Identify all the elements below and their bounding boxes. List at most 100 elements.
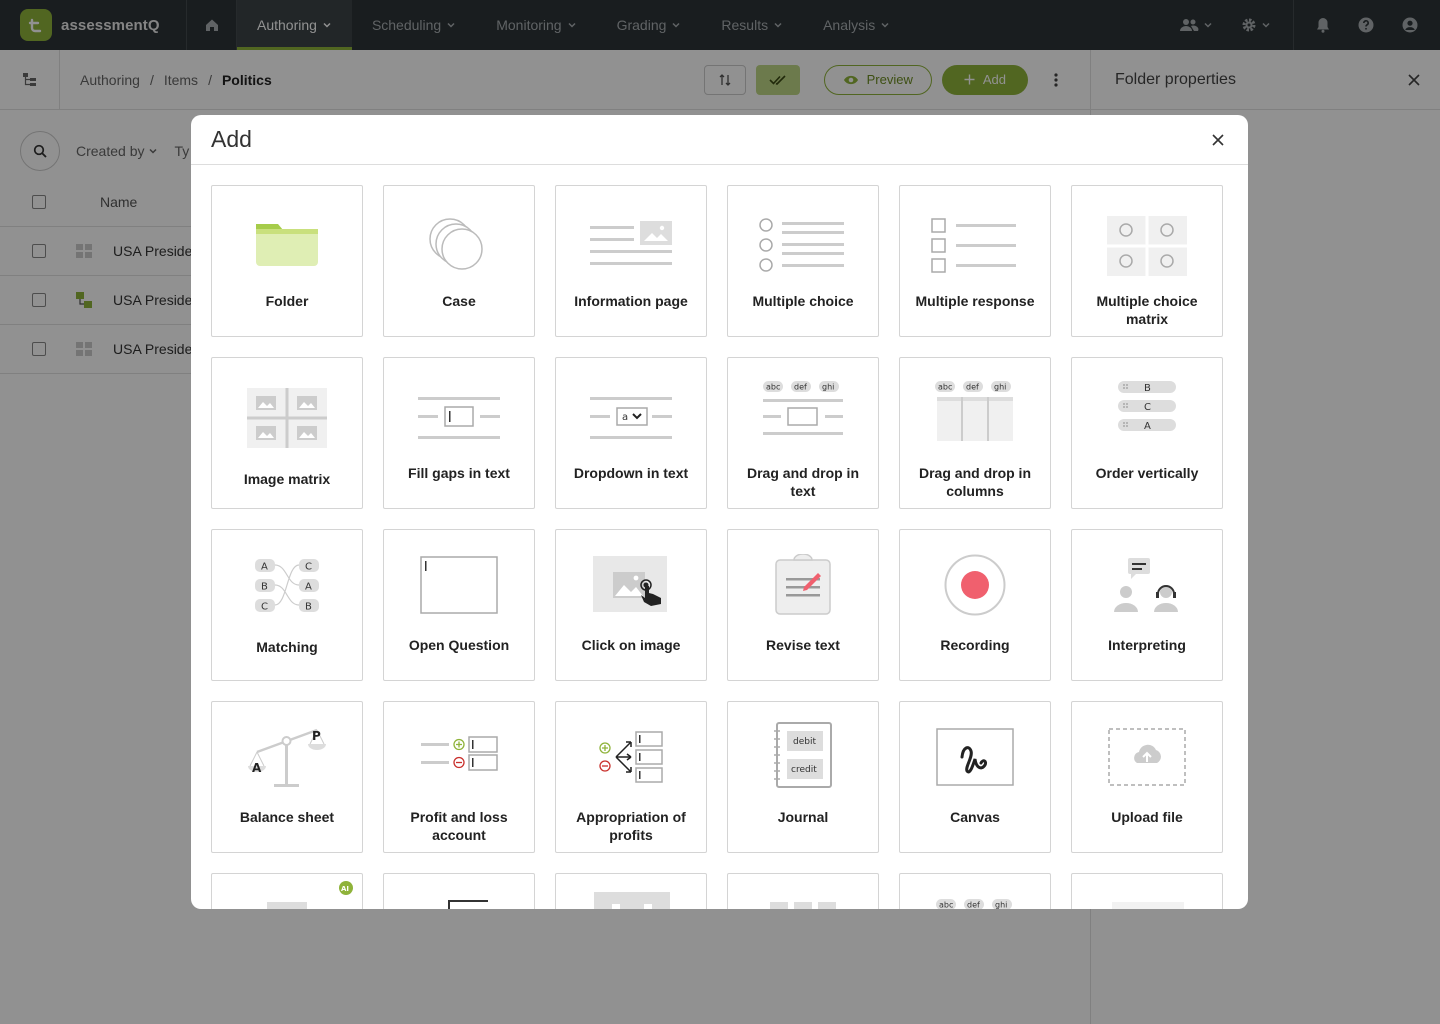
journal-debit-text: debit — [793, 737, 816, 747]
close-icon — [1212, 133, 1224, 146]
journal-icon: debit credit — [728, 714, 878, 796]
item-type-multiple-choice-matrix[interactable]: Multiple choice matrix — [1071, 185, 1223, 337]
partial-illustration — [267, 902, 307, 909]
item-type-dropdown-in-text[interactable]: a Dropdown in text — [555, 357, 707, 509]
match-left-a: A — [261, 562, 268, 573]
balance-sheet-icon: AP — [212, 716, 362, 798]
item-type-multiple-response[interactable]: Multiple response — [899, 185, 1051, 337]
partial-tags-illustration: abc def ghi — [936, 899, 1012, 910]
partial-illustration — [794, 902, 812, 909]
item-type-label: Profit and loss account — [410, 809, 508, 843]
item-type-label: Multiple choice — [752, 293, 854, 309]
item-type-multiple-choice[interactable]: Multiple choice — [727, 185, 879, 337]
item-type-upload-file[interactable]: Upload file — [1071, 701, 1223, 853]
item-type-label: Click on image — [581, 637, 681, 653]
multiple-choice-icon — [728, 196, 878, 296]
folder-icon — [212, 196, 362, 296]
item-type-label: Canvas — [950, 809, 1000, 825]
match-right-c: C — [305, 562, 312, 573]
ai-badge-text: AI — [341, 885, 349, 893]
match-right-a: A — [305, 582, 312, 593]
order-item-c: C — [1144, 402, 1151, 413]
item-type-label: Order vertically — [1095, 465, 1199, 481]
tag-ghi: ghi — [994, 383, 1006, 392]
item-type-label: Appropriation of profits — [576, 809, 686, 843]
dropdown-value-text: a — [622, 412, 628, 423]
item-type-partial-card[interactable] — [383, 873, 535, 909]
click-on-image-icon — [556, 544, 706, 626]
item-type-journal[interactable]: debit credit Journal — [727, 701, 879, 853]
item-type-recording[interactable]: Recording — [899, 529, 1051, 681]
revise-text-icon — [728, 542, 878, 628]
fill-gaps-icon — [384, 368, 534, 468]
item-type-label: Balance sheet — [239, 809, 335, 825]
item-type-image-matrix[interactable]: Image matrix — [211, 357, 363, 509]
dropdown-in-text-icon: a — [556, 368, 706, 468]
item-type-label: Upload file — [1111, 809, 1183, 825]
item-type-appropriation[interactable]: Appropriation of profits — [555, 701, 707, 853]
recording-icon — [900, 544, 1050, 626]
item-type-label: Open Question — [408, 637, 510, 653]
item-type-label: Multiple choice matrix — [1096, 293, 1198, 327]
partial-illustration — [594, 892, 670, 909]
drag-drop-columns-icon: abc def ghi — [900, 372, 1050, 452]
item-type-label: Information page — [574, 293, 688, 309]
item-type-label: Dropdown in text — [573, 465, 689, 481]
partial-illustration — [770, 902, 788, 909]
modal-title: Add — [211, 126, 252, 152]
multiple-choice-matrix-icon — [1072, 196, 1222, 296]
item-type-label: Drag and drop in columns — [919, 465, 1031, 499]
item-type-partial-card[interactable] — [555, 873, 707, 909]
item-type-order-vertically[interactable]: BCA Order vertically — [1071, 357, 1223, 509]
item-type-revise-text[interactable]: Revise text — [727, 529, 879, 681]
item-type-partial-card[interactable] — [727, 873, 879, 909]
item-type-drag-drop-columns[interactable]: abc def ghi Drag and drop in columns — [899, 357, 1051, 509]
item-type-partial-card[interactable]: abc def ghi — [899, 873, 1051, 909]
journal-credit-text: credit — [791, 765, 817, 775]
interpreting-icon — [1072, 544, 1222, 626]
svg-text:ghi: ghi — [995, 901, 1007, 910]
tag-abc: abc — [938, 383, 952, 392]
item-type-partial-card[interactable] — [1071, 873, 1223, 909]
balance-right-letter: P — [312, 729, 321, 743]
item-type-label: Matching — [256, 639, 318, 655]
match-right-b: B — [305, 602, 312, 613]
item-type-canvas[interactable]: Canvas — [899, 701, 1051, 853]
open-question-icon — [384, 544, 534, 626]
item-type-folder[interactable]: Folder — [211, 185, 363, 337]
upload-file-icon — [1072, 716, 1222, 798]
modal-close-button[interactable] — [1208, 130, 1228, 150]
item-type-label: Case — [442, 293, 476, 309]
image-matrix-icon — [212, 368, 362, 468]
item-type-matching[interactable]: ABCCAB Matching — [211, 529, 363, 681]
item-type-label: Drag and drop in text — [747, 465, 859, 499]
item-type-drag-drop-text[interactable]: abc def ghi Drag and drop in text — [727, 357, 879, 509]
item-type-interpreting[interactable]: Interpreting — [1071, 529, 1223, 681]
order-item-b: B — [1144, 383, 1151, 394]
case-icon — [384, 196, 534, 296]
tag-ghi: ghi — [822, 383, 834, 392]
item-type-information-page[interactable]: Information page — [555, 185, 707, 337]
ai-badge-icon: AI — [339, 881, 353, 895]
appropriation-icon — [556, 716, 706, 798]
modal-body: Folder Case Information page Multiple ch… — [191, 165, 1248, 909]
svg-text:def: def — [967, 901, 980, 910]
svg-text:abc: abc — [939, 901, 953, 910]
order-vertically-icon: BCA — [1072, 368, 1222, 448]
modal-header: Add — [191, 115, 1248, 165]
item-type-partial-card[interactable]: AI — [211, 873, 363, 909]
partial-illustration — [818, 902, 836, 909]
item-type-balance-sheet[interactable]: AP Balance sheet — [211, 701, 363, 853]
item-type-grid: Folder Case Information page Multiple ch… — [211, 185, 1223, 909]
drag-drop-text-icon: abc def ghi — [728, 378, 878, 448]
tag-def: def — [966, 383, 979, 392]
item-type-fill-gaps[interactable]: Fill gaps in text — [383, 357, 535, 509]
tag-abc: abc — [766, 383, 780, 392]
item-type-open-question[interactable]: Open Question — [383, 529, 535, 681]
item-type-label: Folder — [265, 293, 309, 309]
item-type-case[interactable]: Case — [383, 185, 535, 337]
partial-illustration — [644, 904, 652, 909]
item-type-profit-loss[interactable]: Profit and loss account — [383, 701, 535, 853]
item-type-click-on-image[interactable]: Click on image — [555, 529, 707, 681]
tag-def: def — [794, 383, 807, 392]
